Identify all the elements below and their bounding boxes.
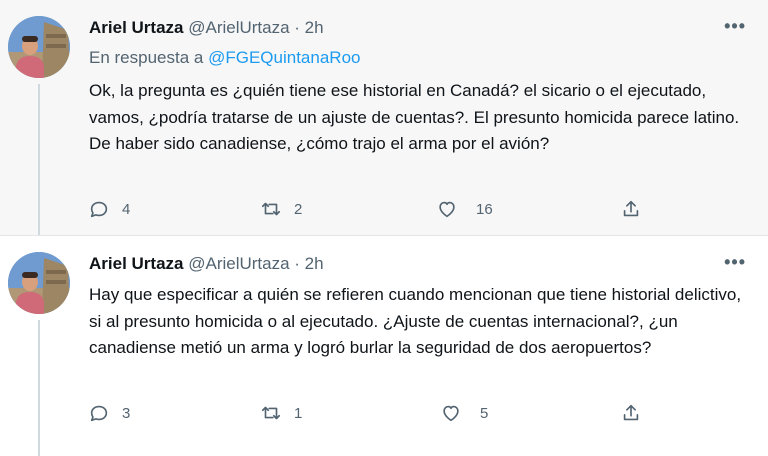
author-handle[interactable]: @ArielUrtaza	[188, 18, 289, 37]
share-button[interactable]	[620, 402, 642, 424]
retweet-button[interactable]: 2	[260, 198, 302, 220]
like-button[interactable]: 5	[440, 402, 488, 424]
timestamp[interactable]: 2h	[305, 18, 324, 37]
more-options-icon[interactable]: •••	[724, 16, 746, 37]
reply-button[interactable]: 4	[88, 198, 130, 220]
reply-prefix: En respuesta a	[89, 48, 204, 67]
reply-count: 3	[122, 404, 131, 422]
tweet-header: Ariel Urtaza @ArielUrtaza · 2h	[89, 254, 324, 273]
tweet[interactable]: Ariel Urtaza @ArielUrtaza · 2h ••• Hay q…	[0, 236, 768, 456]
retweet-icon	[261, 406, 281, 420]
retweet-icon	[261, 202, 281, 216]
avatar[interactable]	[8, 16, 70, 78]
heart-icon	[439, 201, 455, 218]
heart-icon	[443, 405, 459, 422]
like-button[interactable]: 16	[436, 198, 493, 220]
thread-line	[38, 320, 40, 456]
avatar-photo	[8, 16, 70, 78]
tweet-header: Ariel Urtaza @ArielUrtaza · 2h	[89, 18, 324, 37]
author-handle[interactable]: @ArielUrtaza	[188, 254, 289, 273]
share-icon	[623, 404, 639, 421]
reply-icon	[90, 405, 108, 422]
reply-mention-link[interactable]: @FGEQuintanaRoo	[208, 48, 360, 67]
timestamp[interactable]: 2h	[305, 254, 324, 273]
retweet-button[interactable]: 1	[260, 402, 302, 424]
share-button[interactable]	[620, 198, 642, 220]
reply-context: En respuesta a @FGEQuintanaRoo	[89, 48, 360, 68]
author-name[interactable]: Ariel Urtaza	[89, 254, 183, 273]
avatar-photo	[8, 252, 70, 314]
reply-button[interactable]: 3	[88, 402, 130, 424]
reply-count: 4	[122, 200, 131, 218]
tweet[interactable]: Ariel Urtaza @ArielUrtaza · 2h ••• En re…	[0, 0, 768, 235]
tweet-text: Hay que especificar a quién se refieren …	[89, 285, 742, 357]
thread-line	[38, 84, 40, 235]
avatar[interactable]	[8, 252, 70, 314]
tweet-text: Ok, la pregunta es ¿quién tiene ese hist…	[89, 81, 740, 153]
more-options-icon[interactable]: •••	[724, 252, 746, 273]
like-count: 5	[480, 404, 489, 422]
like-count: 16	[476, 200, 493, 218]
share-icon	[623, 200, 639, 217]
reply-icon	[90, 201, 108, 218]
author-name[interactable]: Ariel Urtaza	[89, 18, 183, 37]
retweet-count: 2	[294, 200, 303, 218]
retweet-count: 1	[294, 404, 303, 422]
